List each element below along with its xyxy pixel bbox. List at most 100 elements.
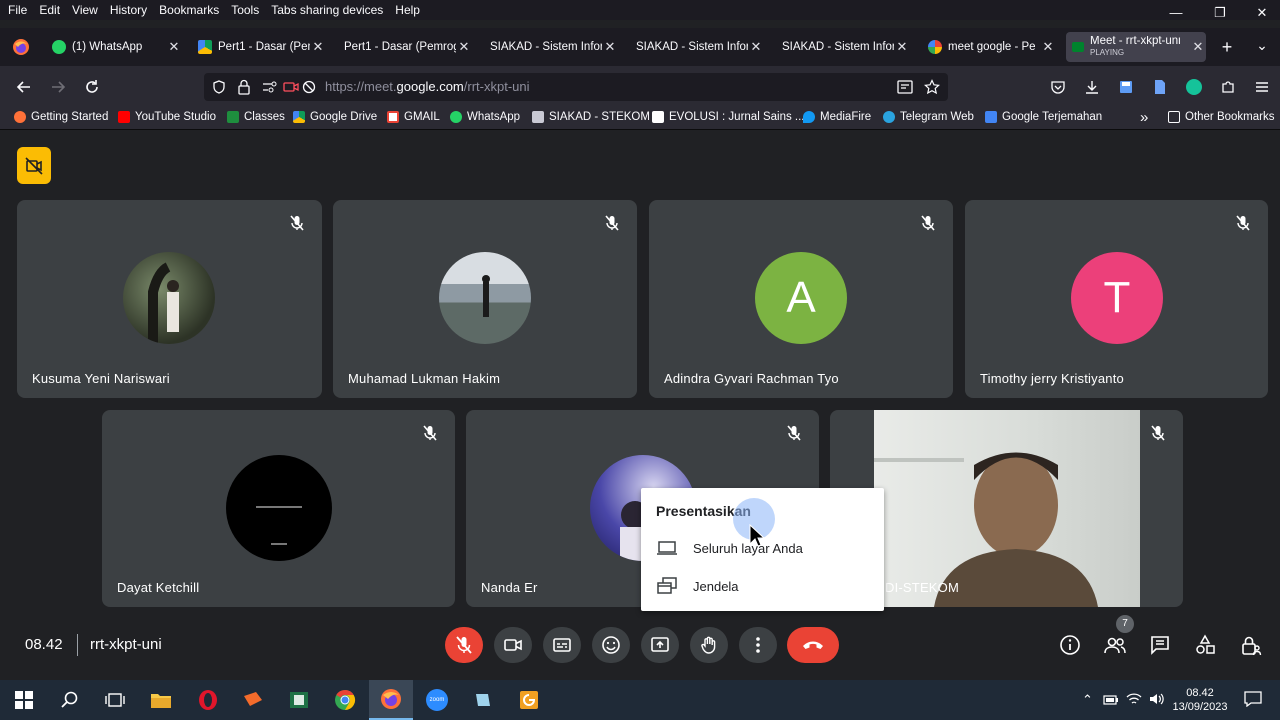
reactions-button[interactable] [592,627,630,663]
leave-call-button[interactable] [787,627,839,663]
present-now-button[interactable] [641,627,679,663]
activities-button[interactable] [1190,630,1220,660]
save-page-icon[interactable] [1118,79,1134,95]
taskbar-app-yellow[interactable] [507,680,551,720]
microphone-toggle-button[interactable] [445,627,483,663]
firefox-icon[interactable] [12,38,30,56]
bookmark-star-icon[interactable] [924,79,940,95]
tab-siakad-2[interactable]: SIAKAD - Sistem Inform ✕ [636,32,764,62]
back-button[interactable] [12,75,36,99]
search-icon [61,691,78,708]
tab-list-button[interactable]: ⌄ [1252,34,1272,56]
taskbar-file-explorer[interactable] [139,680,183,720]
tab-meet-google[interactable]: meet google - Pe ✕ [928,32,1056,62]
search-button[interactable] [48,680,92,720]
menu-view[interactable]: View [66,3,104,17]
close-icon[interactable]: ✕ [1190,39,1206,55]
bookmark-google-translate[interactable]: Google Terjemahan [985,111,1102,123]
meeting-details-button[interactable] [1055,630,1085,660]
raise-hand-button[interactable] [690,627,728,663]
taskbar-zoom[interactable]: zoom [415,680,459,720]
bookmark-getting-started[interactable]: Getting Started [14,111,108,123]
bookmarks-overflow-button[interactable]: » [1140,109,1148,126]
tab-siakad-1[interactable]: SIAKAD - Sistem Inform ✕ [490,32,618,62]
close-icon[interactable]: ✕ [748,39,764,55]
bookmark-google-drive[interactable]: Google Drive [293,111,377,123]
pocket-icon[interactable] [1050,79,1066,95]
menu-bookmarks[interactable]: Bookmarks [153,3,225,17]
grammarly-icon[interactable] [1186,79,1202,95]
restore-button[interactable]: ❐ [1198,0,1242,28]
participant-tile[interactable]: Kusuma Yeni Nariswari [17,200,322,398]
tab-pert1-b[interactable]: Pert1 - Dasar (Pemrog ✕ [344,32,472,62]
menu-tools[interactable]: Tools [225,3,265,17]
battery-icon[interactable] [1103,693,1119,705]
bookmark-siakad[interactable]: SIAKAD - STEKOM [532,111,650,123]
close-icon[interactable]: ✕ [310,39,326,55]
url-text[interactable]: https://meet.google.com/rrt-xkpt-uni [325,79,530,94]
present-window-option[interactable]: Jendela [641,572,884,600]
taskbar-firefox-active[interactable] [369,680,413,720]
menu-help[interactable]: Help [389,3,426,17]
volume-icon[interactable] [1149,692,1165,706]
start-button[interactable] [2,680,46,720]
taskbar-app-blue[interactable] [461,680,505,720]
menu-history[interactable]: History [104,3,153,17]
taskbar-clock[interactable]: 08.42 13/09/2023 [1172,686,1228,714]
close-icon[interactable]: ✕ [456,39,472,55]
downloads-icon[interactable] [1084,79,1100,95]
close-window-button[interactable]: ✕ [1240,0,1280,28]
mic-blocked-icon[interactable] [302,80,316,94]
taskbar-app-orange[interactable] [231,680,275,720]
more-options-button[interactable] [739,627,777,663]
taskbar-chrome[interactable] [323,680,367,720]
bookmark-gmail[interactable]: GMAIL [387,111,440,123]
close-icon[interactable]: ✕ [166,39,182,55]
menu-file[interactable]: File [0,3,33,17]
permissions-icon[interactable] [262,80,278,94]
forward-button[interactable] [46,75,70,99]
camera-blocked-icon[interactable] [283,80,299,94]
bookmark-whatsapp[interactable]: WhatsApp [450,111,520,123]
minimize-button[interactable]: — [1154,0,1198,28]
participant-tile[interactable]: Dayat Ketchill [102,410,455,607]
task-view-button[interactable] [93,680,137,720]
host-controls-lock-button[interactable] [1236,630,1266,660]
bookmark-youtube-studio[interactable]: YouTube Studio [118,111,216,123]
tab-siakad-3[interactable]: SIAKAD - Sistem Inform ✕ [782,32,910,62]
taskbar-opera[interactable] [186,680,230,720]
participant-tile[interactable]: A Adindra Gyvari Rachman Tyo [649,200,953,398]
notification-center-icon[interactable] [1244,691,1262,708]
tab-whatsapp[interactable]: (1) WhatsApp ✕ [52,32,182,62]
people-button[interactable] [1100,630,1130,660]
participant-tile[interactable]: T Timothy jerry Kristiyanto [965,200,1268,398]
close-icon[interactable]: ✕ [602,39,618,55]
bookmark-mediafire[interactable]: MediaFire [803,111,871,123]
bookmark-telegram[interactable]: Telegram Web [883,111,974,123]
tray-expand-icon[interactable]: ⌃ [1082,692,1093,708]
reload-button[interactable] [80,75,104,99]
tab-meet-active[interactable]: Meet - rrt-xkpt-uni PLAYING ✕ [1066,32,1206,62]
new-tab-button[interactable]: + [1216,36,1238,58]
taskbar-excel[interactable] [277,680,321,720]
document-icon[interactable] [1152,79,1168,95]
shield-icon[interactable] [212,80,226,94]
chat-button[interactable] [1145,630,1175,660]
tab-pert1-a[interactable]: Pert1 - Dasar (Pem ✕ [198,32,326,62]
extensions-icon[interactable] [1220,79,1236,95]
camera-toggle-button[interactable] [494,627,532,663]
captions-button[interactable] [543,627,581,663]
host-controls-button[interactable] [17,147,51,184]
close-icon[interactable]: ✕ [894,39,910,55]
bookmark-classes[interactable]: Classes [227,111,285,123]
other-bookmarks[interactable]: Other Bookmarks [1168,111,1274,123]
menu-tabs-sharing[interactable]: Tabs sharing devices [265,3,389,17]
menu-edit[interactable]: Edit [33,3,66,17]
wifi-icon[interactable] [1126,692,1142,706]
close-icon[interactable]: ✕ [1040,39,1056,55]
reader-mode-icon[interactable] [897,80,913,94]
participant-tile[interactable]: Muhamad Lukman Hakim [333,200,637,398]
hamburger-menu-icon[interactable] [1254,79,1270,95]
lock-icon[interactable] [237,79,251,95]
bookmark-evolusi[interactable]: EVOLUSI : Jurnal Sains ... [652,111,805,123]
